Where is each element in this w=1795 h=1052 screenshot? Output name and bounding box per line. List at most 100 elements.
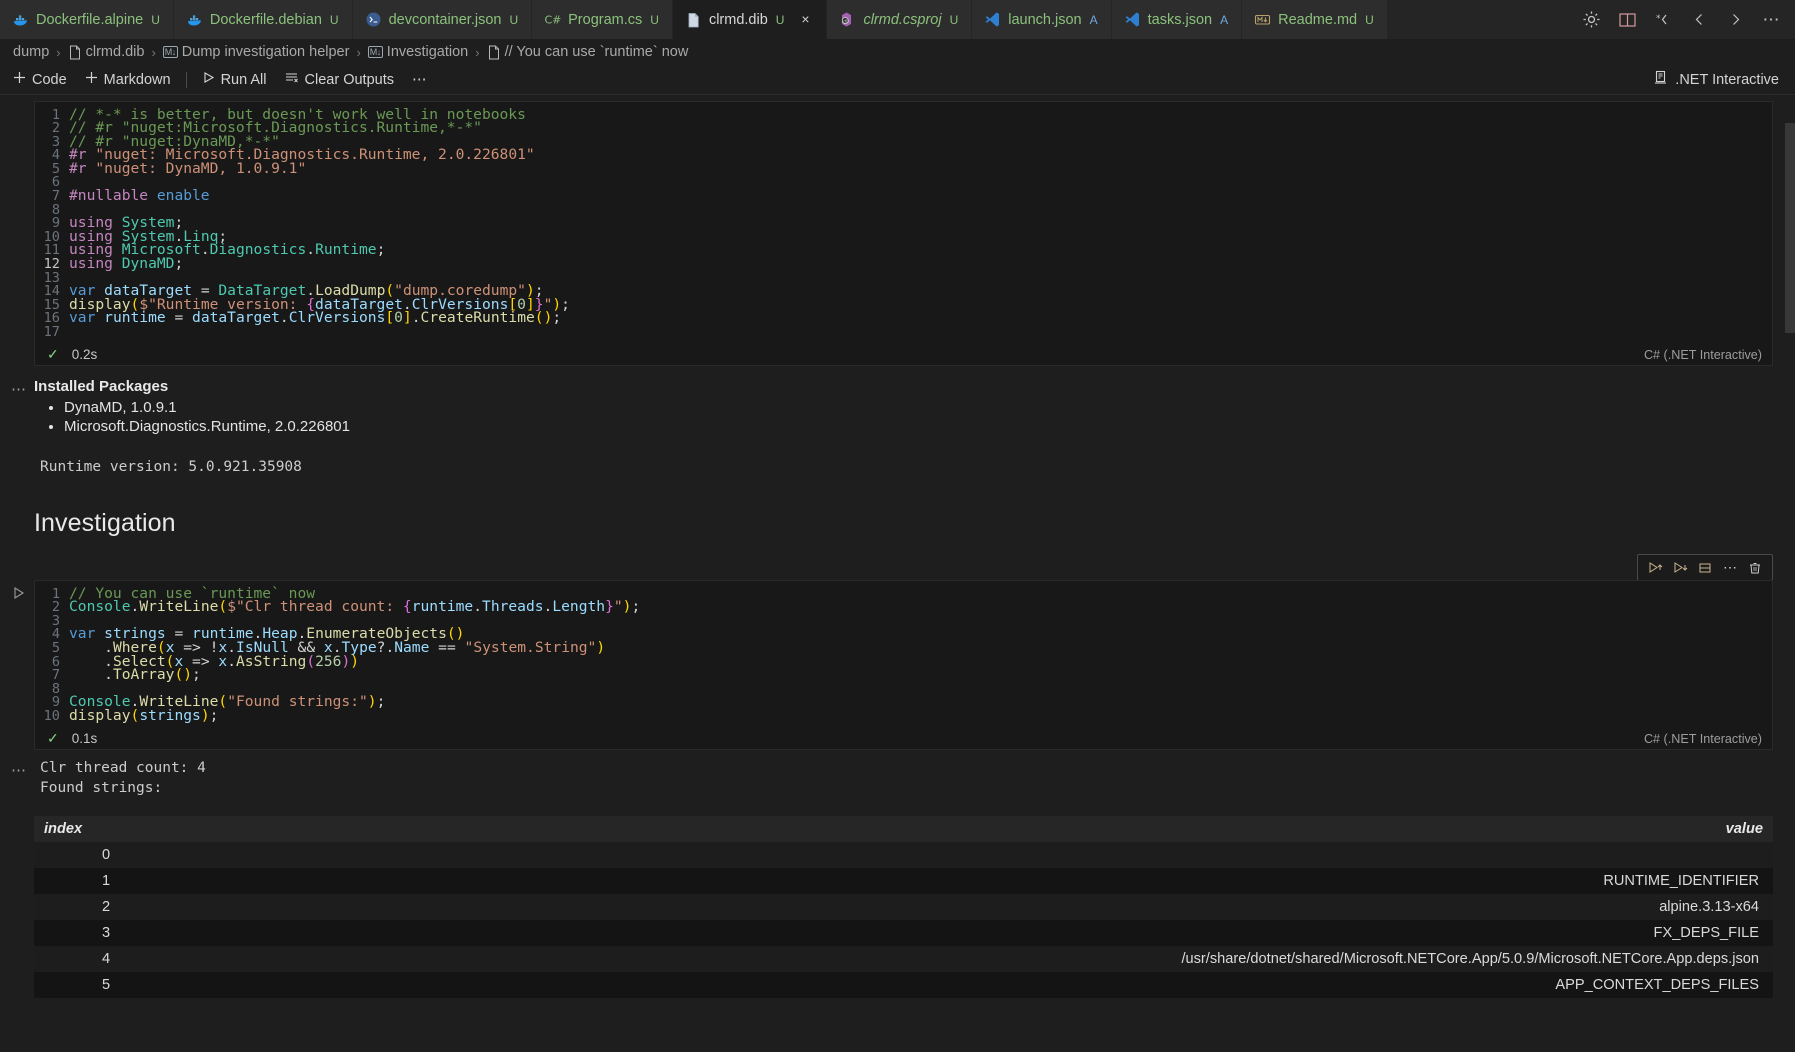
editor-tab-program-cs[interactable]: C# Program.cs U [532,0,673,39]
clear-outputs-button[interactable]: Clear Outputs [276,68,403,91]
run-cell-icon[interactable] [12,587,25,604]
split-editor-icon[interactable] [1617,10,1637,30]
table-row: 4/usr/share/dotnet/shared/Microsoft.NETC… [34,946,1773,973]
more-actions-icon[interactable]: ⋯ [1761,10,1781,30]
run-icon[interactable]: * [1653,10,1673,30]
markdown-icon: M↓ [162,46,178,58]
notebook-cell-1[interactable]: 1// *-* is better, but doesn't work well… [0,101,1795,367]
cell-1-output-gutter[interactable]: ⋯ [0,378,34,437]
cell-2-output: ⋯ Clr thread count: 4 Found strings: inde… [0,758,1795,999]
cell-1-output: ⋯ Installed Packages DynaMD, 1.0.9.1 Micr… [0,378,1795,437]
csharp-icon: C# [544,11,562,28]
breadcrumb-item-2[interactable]: M↓ Dump investigation helper [160,44,353,60]
add-code-cell-button[interactable]: Code [4,68,76,91]
table-row: 5 APP_CONTEXT_DEPS_FILES [34,972,1773,999]
line-number: 17 [43,324,60,340]
table-cell-value: alpine.3.13-x64 [120,894,1773,921]
breadcrumb-item-0[interactable]: dump [10,44,52,60]
editor-tab-label: Dockerfile.alpine [36,11,144,28]
breadcrumb-item-1[interactable]: clrmd.dib [65,44,148,60]
success-check-icon: ✓ [47,346,59,363]
kernel-selector[interactable]: .NET Interactive [1653,70,1795,89]
code-line: 6 .Select(x => x.AsString(256)) [35,654,1772,669]
add-markdown-cell-button[interactable]: Markdown [76,68,180,91]
code-line: 5 #r "nuget: DynaMD, 1.0.9.1" [35,161,1772,176]
editor-tab-label: Dockerfile.debian [209,11,322,28]
run-all-button[interactable]: Run All [193,68,276,91]
close-icon[interactable]: × [797,12,813,28]
devcontainer-icon [365,11,382,28]
editor-tab-devcontainer-json[interactable]: devcontainer.json U [352,0,533,39]
breadcrumb-item-4[interactable]: // You can use `runtime` now [484,44,692,60]
notebook-cell-2[interactable]: ⋯ 1// You can use `runtime` now 2 Console.… [0,554,1795,751]
table-cell-index: 5 [34,972,121,999]
markdown-heading-investigation: Investigation [34,509,176,538]
notebook-body[interactable]: 1// *-* is better, but doesn't work well… [0,95,1795,1052]
editor-tab-tasks-json[interactable]: tasks.json A [1111,0,1243,39]
breadcrumb-separator-icon: › [475,44,480,60]
markdown-cell-gutter [0,509,34,538]
notebook-more-actions-button[interactable]: ⋯ [403,69,436,91]
installed-package-item: DynaMD, 1.0.9.1 [64,399,1795,416]
run-below-icon[interactable] [1669,558,1691,577]
code-line: 2 Console.WriteLine($"Clr thread count: {… [35,599,1772,614]
cell-1-language-label: C# (.NET Interactive) [1643,347,1762,362]
gear-icon[interactable] [1581,10,1601,30]
code-line: 11 using Microsoft.Diagnostics.Runtime; [35,243,1772,258]
cell-2-exec-time: 0.1s [71,731,98,747]
vscode-icon [984,11,1001,28]
table-cell-value: RUNTIME_IDENTIFIER [120,868,1773,895]
run-all-label: Run All [220,71,267,88]
more-actions-icon[interactable]: ⋯ [1719,558,1741,577]
cell-2-hover-toolbar[interactable]: ⋯ [1637,554,1773,582]
cell-1-gutter [0,101,34,366]
cell-1-editor[interactable]: 1// *-* is better, but doesn't work well… [34,101,1773,367]
table-cell-value: FX_DEPS_FILE [120,920,1773,947]
output-more-actions-icon[interactable]: ⋯ [11,381,27,398]
scrollbar-thumb[interactable] [1785,123,1795,333]
split-cell-icon[interactable] [1694,558,1716,577]
svg-text:*: * [1656,14,1661,24]
delete-cell-icon[interactable] [1744,558,1766,577]
chevron-right-icon[interactable] [1725,10,1745,30]
chevron-left-icon[interactable] [1689,10,1709,30]
cell-1-code[interactable]: 1// *-* is better, but doesn't work well… [35,102,1772,343]
table-body: 0 1 RUNTIME_IDENTIFIER 2 alpine.3.13-x64 3 FX_… [34,842,1773,999]
editor-tab-readme-md[interactable]: Readme.md U [1242,0,1388,39]
editor-tab-launch-json[interactable]: launch.json A [972,0,1112,39]
notebook-vertical-scrollbar[interactable] [1785,95,1795,1052]
table-cell-index: 3 [34,920,121,947]
table-cell-index: 1 [34,868,121,895]
runtime-version-text: Runtime version: 5.0.921.35908 [40,459,302,476]
table-head: index value [34,816,1773,843]
editor-tab-status-badge: U [329,12,339,27]
editor-tab-clrmd-dib[interactable]: clrmd.dib U × [672,0,828,39]
editor-tab-label: launch.json [1008,11,1082,28]
cell-2-output-gutter[interactable]: ⋯ [0,758,34,998]
breadcrumb-item-label: Dump investigation helper [181,44,350,60]
more-actions-icon: ⋯ [411,71,427,88]
notebook-markdown-cell-investigation[interactable]: Investigation [0,509,1795,538]
code-line-text: display(strings); [69,706,219,724]
editor-tab-dockerfile-alpine[interactable]: Dockerfile.alpine U [0,0,174,39]
breadcrumb-separator-icon: › [151,44,156,60]
run-above-icon[interactable] [1644,558,1666,577]
output-more-actions-icon[interactable]: ⋯ [11,762,27,779]
kernel-label: .NET Interactive [1675,71,1779,88]
cell-2-editor[interactable]: 1// You can use `runtime` now 2 Console.Wr… [34,580,1773,751]
editor-tab-dockerfile-debian[interactable]: Dockerfile.debian U [173,0,353,39]
editor-tab-label: Readme.md [1278,11,1358,28]
breadcrumb-item-3[interactable]: M↓ Investigation [365,44,471,60]
breadcrumb-item-label: dump [13,44,50,60]
plus-icon [13,71,26,88]
table-cell-value: /usr/share/dotnet/shared/Microsoft.NETCo… [120,946,1773,973]
play-icon [202,71,215,88]
cell-2-gutter[interactable] [0,580,34,750]
cell-2-code[interactable]: 1// You can use `runtime` now 2 Console.Wr… [35,581,1772,727]
clear-outputs-label: Clear Outputs [304,71,394,88]
docker-icon [12,11,29,28]
breadcrumb-separator-icon: › [356,44,361,60]
editor-tab-clrmd-csproj[interactable]: db clrmd.csproj U [827,0,973,39]
editor-tab-label: tasks.json [1147,11,1213,28]
table-header-row: index value [34,816,1773,843]
